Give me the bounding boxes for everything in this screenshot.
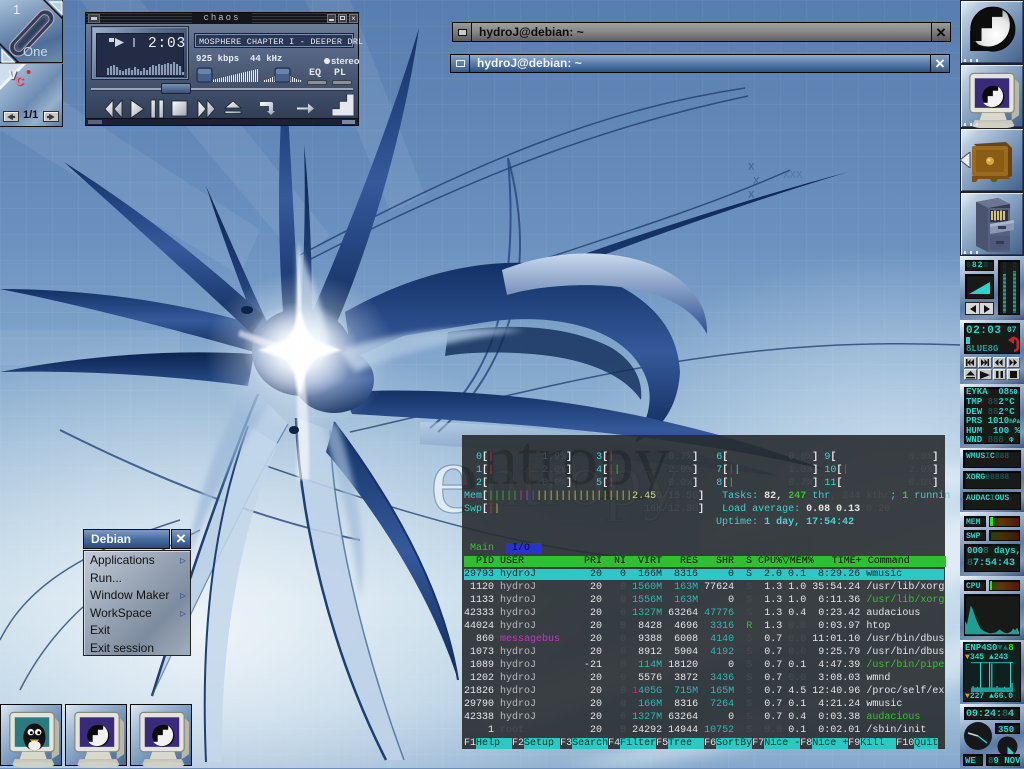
svg-text:x: x <box>748 186 755 201</box>
svg-text:x: x <box>748 158 755 173</box>
svg-text:xxx: xxx <box>783 166 803 181</box>
svg-text:x: x <box>753 172 760 187</box>
